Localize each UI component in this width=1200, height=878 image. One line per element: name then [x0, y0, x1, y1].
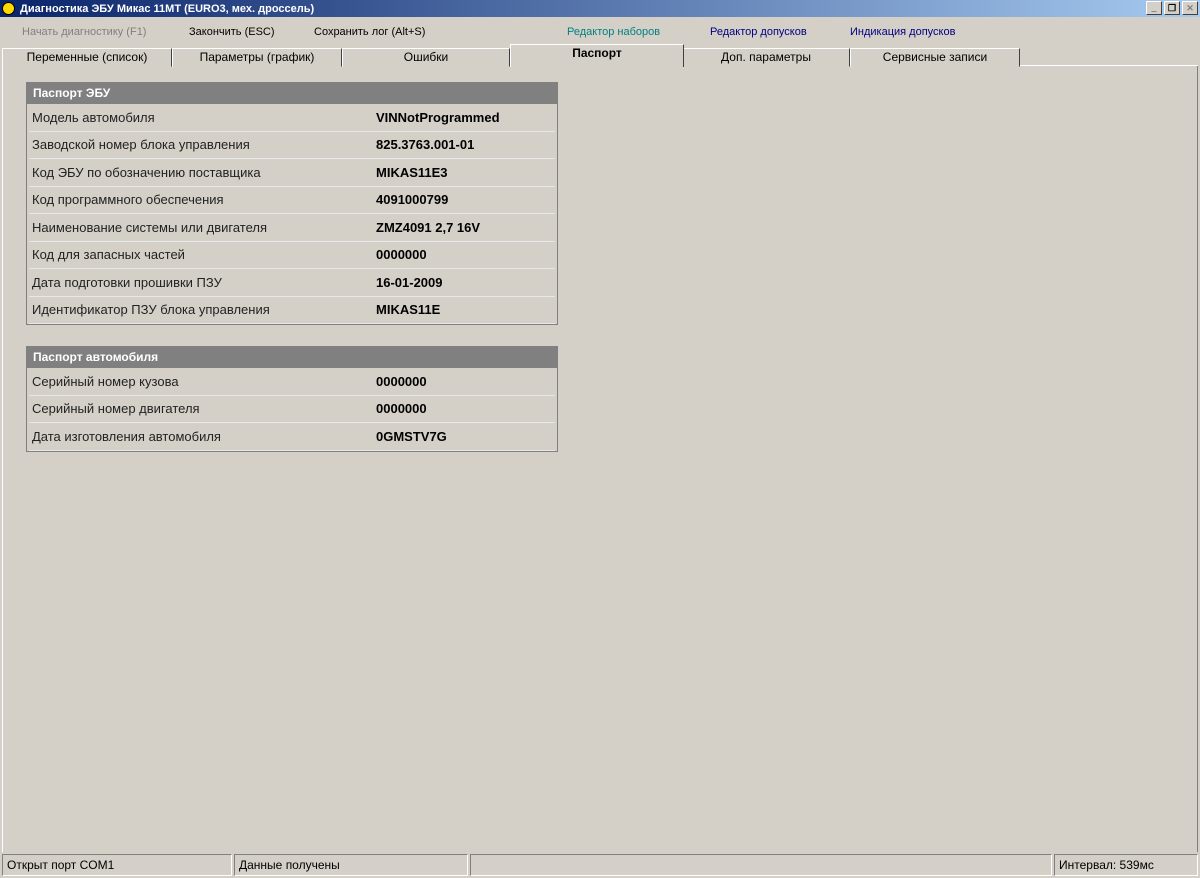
status-data: Данные получены	[234, 854, 468, 876]
tab-variables[interactable]: Переменные (список)	[2, 48, 172, 67]
tab-extra-params[interactable]: Доп. параметры	[682, 48, 850, 67]
row-value: ZMZ4091 2,7 16V	[376, 219, 481, 235]
tab-passport[interactable]: Паспорт	[510, 44, 684, 67]
row-label: Идентификатор ПЗУ блока управления	[32, 302, 270, 318]
toolbar: Начать диагностику (F1) Закончить (ESC) …	[0, 26, 1200, 42]
row-label: Код ЭБУ по обозначению поставщика	[32, 164, 261, 180]
table-row: Код ЭБУ по обозначению поставщика MIKAS11…	[29, 159, 555, 187]
row-label: Модель автомобиля	[32, 109, 155, 125]
row-value: 0000000	[376, 401, 427, 417]
row-label: Серийный номер кузова	[32, 373, 179, 389]
row-label: Заводской номер блока управления	[32, 137, 250, 153]
ecu-passport-panel: Паспорт ЭБУ Модель автомобиля VINNotProgr…	[26, 82, 558, 325]
tolerance-editor-button[interactable]: Редактор допусков	[710, 26, 807, 38]
table-row: Заводской номер блока управления 825.3763…	[29, 132, 555, 159]
table-row: Серийный номер кузова 0000000	[29, 368, 555, 396]
row-label: Серийный номер двигателя	[32, 401, 200, 417]
row-value: VINNotProgrammed	[376, 109, 500, 125]
table-row: Серийный номер двигателя 0000000	[29, 396, 555, 423]
tab-bar: Переменные (список) Параметры (график) О…	[2, 44, 1198, 67]
status-empty	[470, 854, 1052, 876]
row-value: MIKAS11E3	[376, 164, 448, 180]
table-row: Код для запасных частей 0000000	[29, 242, 555, 269]
table-row: Дата изготовления автомобиля 0GMSTV7G	[29, 423, 555, 451]
tab-parameters[interactable]: Параметры (график)	[172, 48, 342, 67]
row-label: Дата изготовления автомобиля	[32, 428, 221, 444]
stop-button[interactable]: Закончить (ESC)	[189, 26, 275, 38]
row-value: 0000000	[376, 247, 427, 263]
panel-title: Паспорт ЭБУ	[27, 83, 557, 104]
table-row: Модель автомобиля VINNotProgrammed	[29, 104, 555, 132]
tolerance-indication-button[interactable]: Индикация допусков	[850, 26, 955, 38]
tab-service-records[interactable]: Сервисные записи	[850, 48, 1020, 67]
row-value: 4091000799	[376, 192, 449, 208]
restore-button[interactable]: ❐	[1164, 1, 1180, 15]
tab-errors[interactable]: Ошибки	[342, 48, 510, 67]
status-interval: Интервал: 539мс	[1054, 854, 1198, 876]
row-value: MIKAS11E	[376, 302, 441, 318]
panel-title: Паспорт автомобиля	[27, 347, 557, 368]
car-passport-panel: Паспорт автомобиля Серийный номер кузова…	[26, 346, 558, 452]
app-icon	[2, 2, 15, 15]
status-bar: Открыт порт COM1 Данные получены Интерва…	[0, 853, 1200, 878]
table-row: Наименование системы или двигателя ZMZ409…	[29, 214, 555, 242]
start-diagnostics-button[interactable]: Начать диагностику (F1)	[22, 26, 146, 38]
minimize-button[interactable]: _	[1146, 1, 1162, 15]
table-row: Дата подготовки прошивки ПЗУ 16-01-2009	[29, 269, 555, 297]
row-value: 16-01-2009	[376, 274, 443, 290]
save-log-button[interactable]: Сохранить лог (Alt+S)	[314, 26, 425, 38]
table-row: Код программного обеспечения 4091000799	[29, 187, 555, 214]
window-title: Диагностика ЭБУ Микас 11МТ (EURO3, мех. …	[20, 2, 315, 15]
row-label: Код для запасных частей	[32, 247, 185, 263]
status-port: Открыт порт COM1	[2, 854, 232, 876]
close-button[interactable]: ✕	[1182, 1, 1198, 15]
row-label: Дата подготовки прошивки ПЗУ	[32, 274, 222, 290]
title-bar: Диагностика ЭБУ Микас 11МТ (EURO3, мех. …	[0, 0, 1200, 17]
set-editor-button[interactable]: Редактор наборов	[567, 26, 660, 38]
table-row: Идентификатор ПЗУ блока управления MIKAS1…	[29, 297, 555, 324]
passport-content: Паспорт ЭБУ Модель автомобиля VINNotProgr…	[2, 66, 1198, 852]
row-value: 0000000	[376, 373, 427, 389]
row-label: Код программного обеспечения	[32, 192, 224, 208]
row-value: 825.3763.001-01	[376, 137, 475, 153]
row-value: 0GMSTV7G	[376, 428, 447, 444]
row-label: Наименование системы или двигателя	[32, 219, 268, 235]
